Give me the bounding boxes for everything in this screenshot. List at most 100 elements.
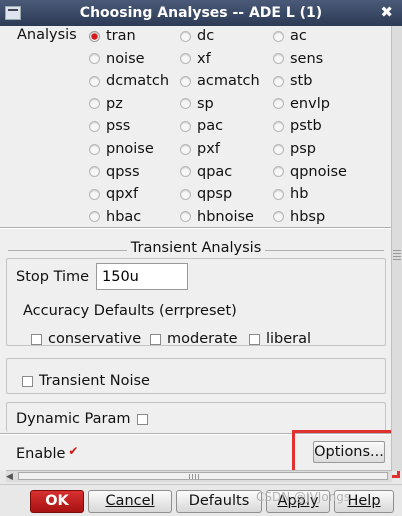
radio-button-icon[interactable] [89,211,100,223]
radio-button-icon[interactable] [273,166,284,178]
help-label: Help [347,493,381,509]
liberal-checkbox[interactable] [249,333,260,345]
radio-qpnoise[interactable]: qpnoise [273,162,347,182]
radio-button-icon[interactable] [180,166,191,178]
title-bar: Choosing Analyses -- ADE L (1) ✖ [0,0,402,26]
accuracy-moderate[interactable]: moderate [150,329,238,349]
radio-pxf[interactable]: pxf [180,139,220,159]
radio-acmatch[interactable]: acmatch [180,71,260,91]
radio-pstb[interactable]: pstb [273,116,322,136]
radio-label: stb [290,73,313,90]
radio-sens[interactable]: sens [273,49,323,69]
defaults-label: Defaults [188,493,250,509]
radio-label: noise [106,50,145,67]
radio-button-icon[interactable] [180,211,191,223]
radio-qpac[interactable]: qpac [180,162,232,182]
radio-pnoise[interactable]: pnoise [89,139,154,159]
radio-hbac[interactable]: hbac [89,207,141,227]
radio-qpss[interactable]: qpss [89,162,140,182]
radio-psp[interactable]: psp [273,139,316,159]
radio-button-icon[interactable] [273,211,284,223]
horizontal-scrollbar[interactable]: ◀ [6,470,392,482]
radio-button-icon[interactable] [89,188,100,200]
radio-button-icon[interactable] [89,143,100,155]
radio-label: pz [106,95,123,112]
radio-stb[interactable]: stb [273,71,312,91]
radio-noise[interactable]: noise [89,49,145,69]
ok-button[interactable]: OK [30,490,84,513]
transient-noise-option[interactable]: Transient Noise [22,371,150,391]
radio-button-icon[interactable] [89,53,100,65]
radio-label: xf [197,50,211,67]
radio-dc[interactable]: dc [180,26,214,46]
scrollbar-grip[interactable] [393,250,401,260]
analysis-form: Analysis tran dc ac noise xf sens dcmatch acmat… [0,26,392,471]
radio-button-icon[interactable] [273,75,284,87]
radio-button-icon[interactable] [89,75,100,87]
radio-sp[interactable]: sp [180,94,214,114]
transient-noise-checkbox[interactable] [22,375,33,387]
accuracy-label: Accuracy Defaults (errpreset) [23,303,237,319]
analysis-label: Analysis [17,27,77,43]
conservative-checkbox[interactable] [31,333,42,345]
radio-label: pnoise [106,141,154,157]
radio-label: pac [197,118,224,135]
close-icon[interactable]: ✖ [380,3,393,21]
dynamic-param-label: Dynamic Param [16,411,131,427]
radio-pac[interactable]: pac [180,116,223,136]
scroll-left-icon[interactable]: ◀ [6,472,13,482]
radio-button-icon[interactable] [180,53,191,65]
radio-hbsp[interactable]: hbsp [273,207,325,227]
radio-button-icon[interactable] [180,30,191,42]
radio-button-icon[interactable] [273,188,284,200]
radio-button-icon[interactable] [180,120,191,132]
radio-button-icon[interactable] [180,75,191,87]
vertical-scrollbar[interactable] [391,26,402,471]
radio-pz[interactable]: pz [89,94,123,114]
radio-hb[interactable]: hb [273,184,308,204]
radio-button-icon[interactable] [89,30,100,42]
radio-qpsp[interactable]: qpsp [180,184,232,204]
dynamic-param-checkbox[interactable] [137,413,148,425]
radio-button-icon[interactable] [273,98,284,110]
radio-qpxf[interactable]: qpxf [89,184,138,204]
radio-button-icon[interactable] [180,188,191,200]
radio-pss[interactable]: pss [89,116,130,136]
accuracy-conservative[interactable]: conservative [31,329,141,349]
enable-checkbox[interactable] [68,444,79,460]
dynamic-param-option[interactable] [137,409,154,429]
cancel-button[interactable]: Cancel [88,490,172,513]
radio-envlp[interactable]: envlp [273,94,330,114]
radio-label: psp [290,141,316,157]
radio-button-icon[interactable] [273,53,284,65]
scrollbar-thumb[interactable] [18,472,388,480]
radio-label: hbnoise [197,208,254,225]
radio-label: pss [106,118,131,135]
stop-time-label: Stop Time [16,269,90,285]
radio-label: acmatch [197,73,260,90]
radio-button-icon[interactable] [89,166,100,178]
enable-label: Enable [16,446,66,462]
enable-option[interactable]: Enable [16,444,85,464]
window-title: Choosing Analyses -- ADE L (1) [79,5,323,21]
radio-button-icon[interactable] [273,120,284,132]
radio-button-icon[interactable] [89,98,100,110]
radio-button-icon[interactable] [89,120,100,132]
radio-hbnoise[interactable]: hbnoise [180,207,254,227]
stop-time-input[interactable] [96,263,188,290]
section-title: Transient Analysis [0,240,392,256]
radio-button-icon[interactable] [273,143,284,155]
radio-button-icon[interactable] [273,30,284,42]
radio-button-icon[interactable] [180,98,191,110]
radio-ac[interactable]: ac [273,26,307,46]
radio-dcmatch[interactable]: dcmatch [89,71,169,91]
liberal-label: liberal [266,331,312,347]
moderate-checkbox[interactable] [150,333,161,345]
divider [0,227,392,229]
radio-xf[interactable]: xf [180,49,211,69]
radio-button-icon[interactable] [180,143,191,155]
radio-tran[interactable]: tran [89,26,136,46]
accuracy-liberal[interactable]: liberal [249,329,311,349]
defaults-button[interactable]: Defaults [176,490,262,513]
radio-label: qpac [197,163,233,180]
